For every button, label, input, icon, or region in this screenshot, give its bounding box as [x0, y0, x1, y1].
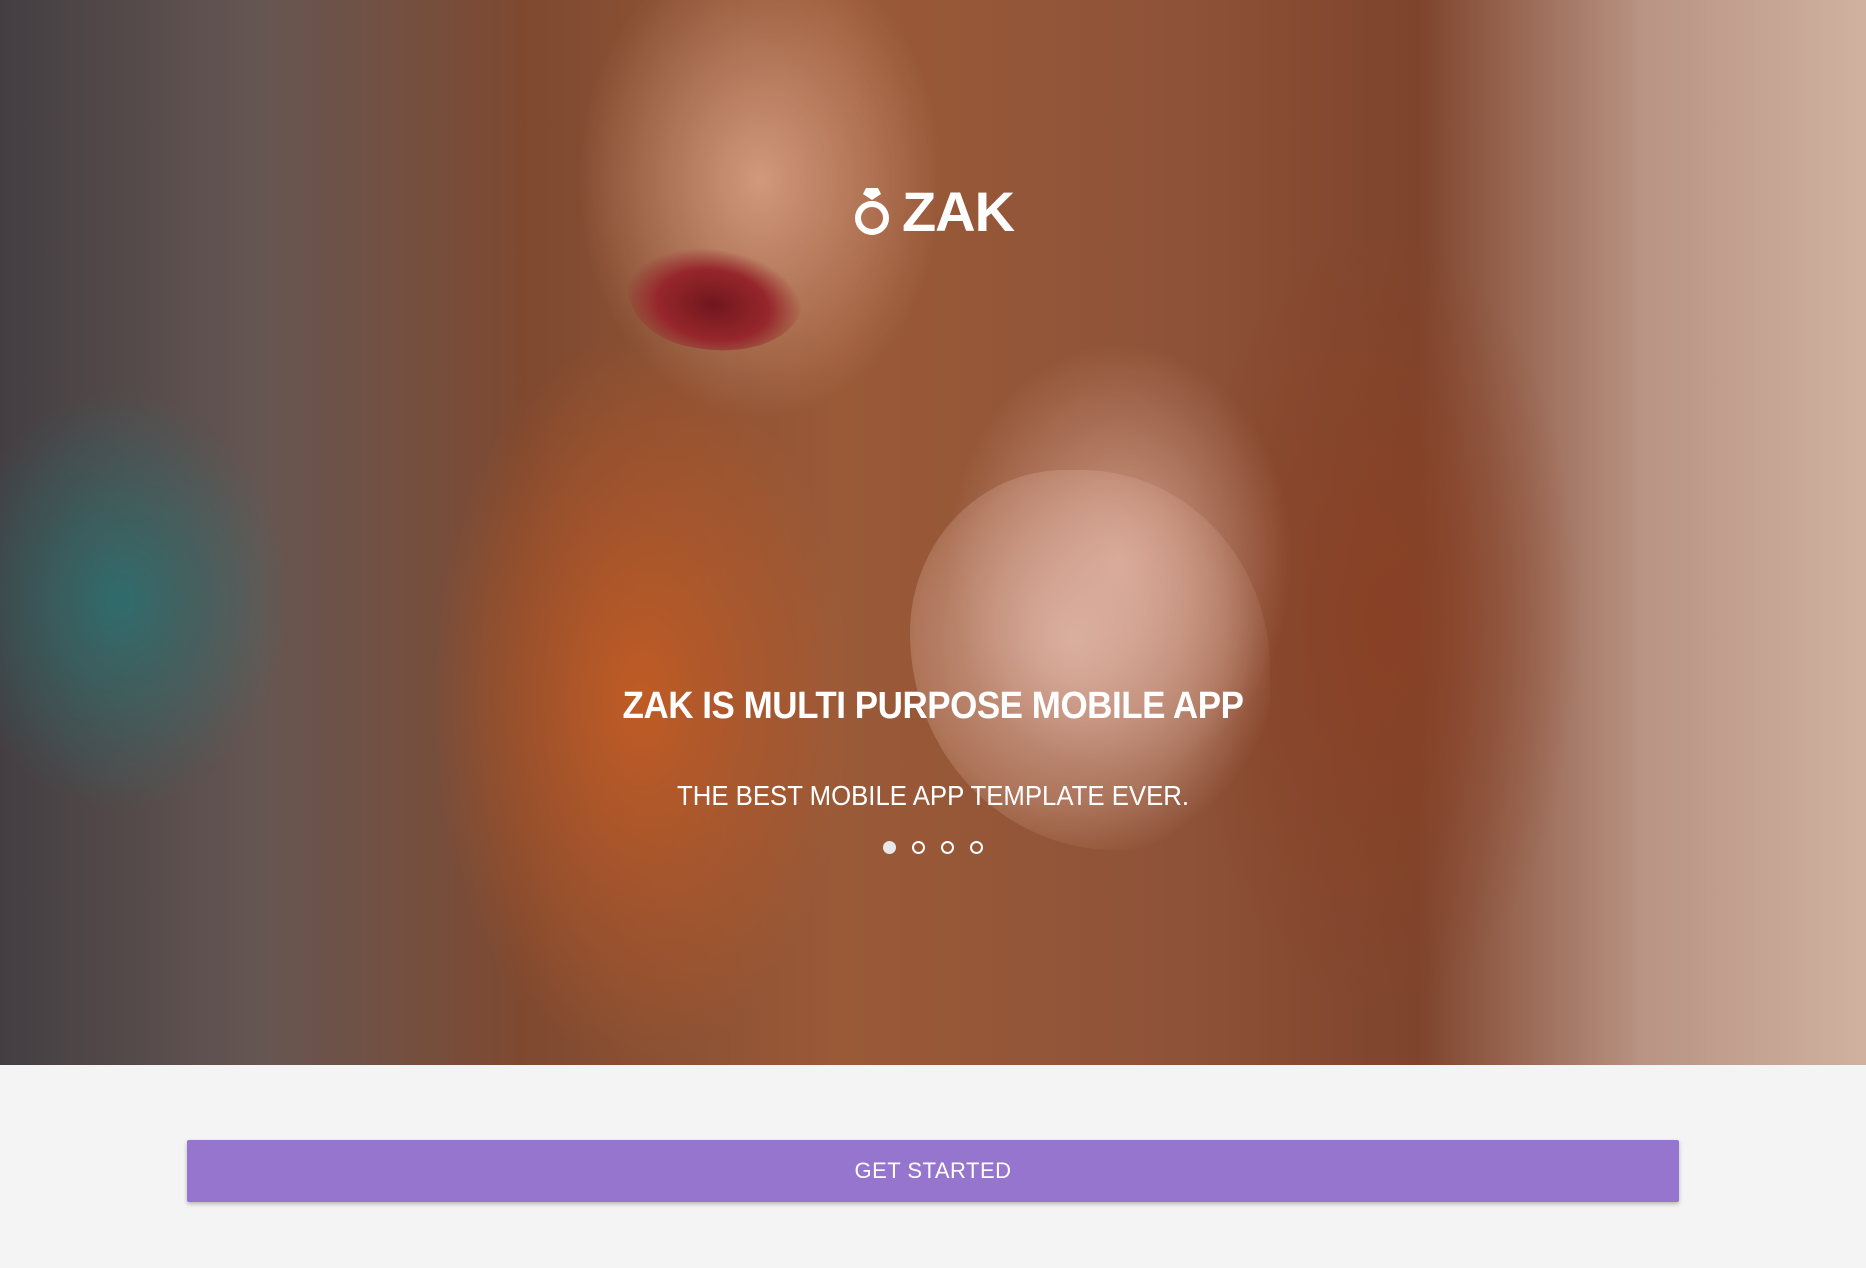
slider-pagination — [0, 841, 1866, 854]
slider-dot-2[interactable] — [912, 841, 925, 854]
ring-icon — [854, 188, 889, 236]
hero-section: ZAK ZAK IS MULTI PURPOSE MOBILE APP THE … — [0, 0, 1866, 1065]
hero-headline: ZAK IS MULTI PURPOSE MOBILE APP — [622, 685, 1244, 727]
slider-dot-4[interactable] — [970, 841, 983, 854]
hero-subline: THE BEST MOBILE APP TEMPLATE EVER. — [676, 780, 1190, 811]
brand-name: ZAK — [901, 180, 1015, 243]
brand-logo: ZAK — [0, 180, 1866, 244]
get-started-button[interactable]: GET STARTED — [187, 1140, 1679, 1202]
slider-dot-1[interactable] — [883, 841, 896, 854]
slider-dot-3[interactable] — [941, 841, 954, 854]
